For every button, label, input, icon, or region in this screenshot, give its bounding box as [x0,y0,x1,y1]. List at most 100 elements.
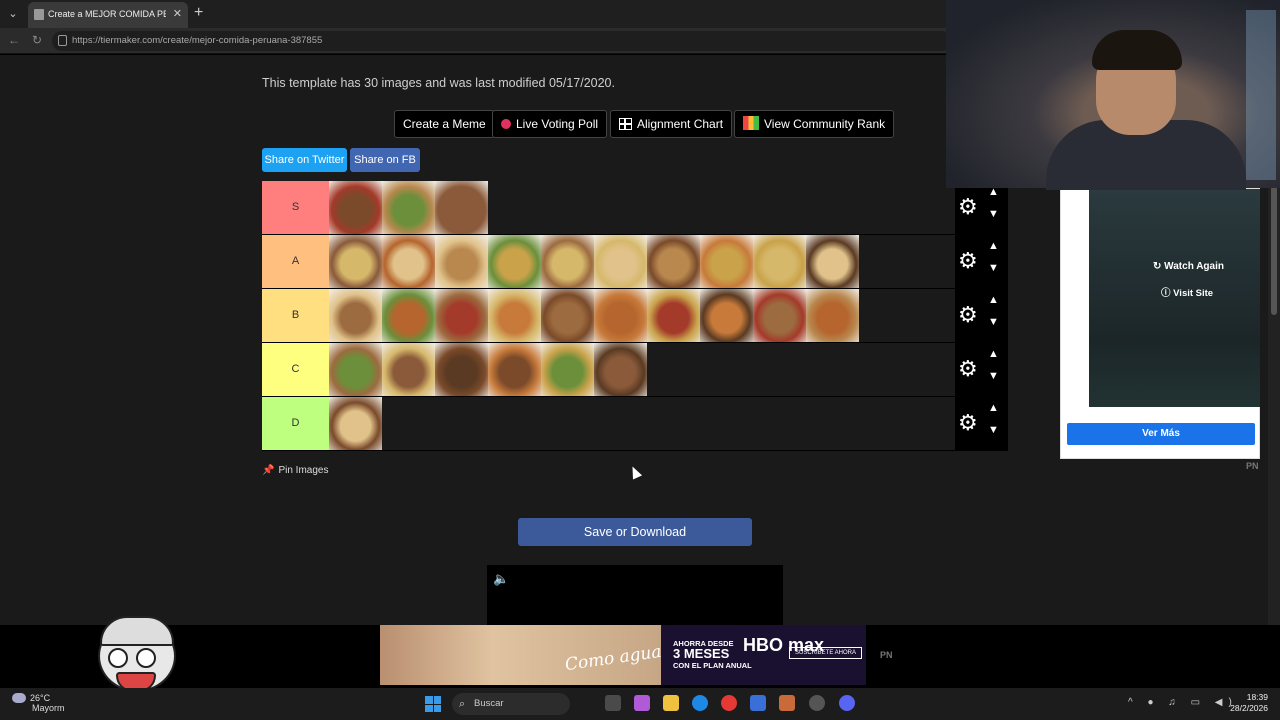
live-voting-poll-button[interactable]: Live Voting Poll [492,110,608,138]
share-fb-button[interactable]: Share on FB [350,148,420,172]
food-image[interactable] [806,289,859,342]
chevron-up-icon[interactable]: ▲ [988,348,999,360]
store-icon[interactable] [750,695,766,711]
food-image[interactable] [382,289,435,342]
url-field[interactable]: https://tiermaker.com/create/mejor-comid… [52,31,952,51]
chevron-down-icon[interactable]: ▼ [988,208,999,220]
food-image[interactable] [594,289,647,342]
food-image[interactable] [329,235,382,288]
scrollbar-thumb[interactable] [1271,175,1277,315]
side-video-ad[interactable]: ↻ Watch Again ⓘ Visit Site Ver Más [1060,188,1260,459]
food-image[interactable] [435,289,488,342]
copilot-icon[interactable] [634,695,650,711]
ver-mas-button[interactable]: Ver Más [1067,423,1255,445]
gear-icon[interactable]: ⚙ [958,250,980,272]
new-tab-icon[interactable]: + [194,5,203,21]
visit-site-button[interactable]: ⓘ Visit Site [1161,285,1213,299]
gear-icon[interactable]: ⚙ [958,196,980,218]
close-tab-icon[interactable]: ✕ [173,7,182,20]
pin-images-toggle[interactable]: 📌 Pin Images [262,465,328,476]
food-image[interactable] [435,235,488,288]
ad-badge: PN [1246,461,1259,471]
tier-items [329,289,859,342]
chevron-up-icon[interactable]: ▲ [988,294,999,306]
ad-offer-line2: 3 MESES [673,646,730,661]
visit-site-label: Visit Site [1173,288,1214,299]
active-tab[interactable]: Create a MEJOR COMIDA PERUANA ✕ [28,2,188,28]
food-image[interactable] [541,235,594,288]
food-image[interactable] [647,289,700,342]
back-icon[interactable]: ← [8,33,20,47]
ad-subscribe-button[interactable]: SUSCRÍBETE AHORA [789,647,863,659]
tab-search-chevron-icon[interactable]: ⌄ [4,5,22,23]
clock[interactable]: 18:39 28/2/2026 [1228,692,1268,714]
food-image[interactable] [329,289,382,342]
alignment-chart-button[interactable]: Alignment Chart [610,110,733,138]
food-image[interactable] [594,343,647,396]
tier-label[interactable]: D [262,397,329,450]
video-ad-player[interactable]: 🔈 [487,565,783,625]
system-tray[interactable]: ^ ● ♫ ▭ ◀) [1128,697,1238,708]
food-image[interactable] [382,181,435,234]
save-download-button[interactable]: Save or Download [518,518,752,546]
chrome-icon[interactable] [721,695,737,711]
tier-row: D ⚙ ▲ ▼ [262,397,1008,451]
reload-icon[interactable]: ↻ [32,33,42,47]
food-image[interactable] [541,343,594,396]
food-image[interactable] [329,181,382,234]
food-image[interactable] [647,235,700,288]
file-explorer-icon[interactable] [663,695,679,711]
food-image[interactable] [594,235,647,288]
food-image[interactable] [541,289,594,342]
tier-controls: ⚙ ▲ ▼ [955,235,1008,288]
food-image[interactable] [753,235,806,288]
food-image[interactable] [329,397,382,450]
tier-label[interactable]: C [262,343,329,396]
chevron-up-icon[interactable]: ▲ [988,402,999,414]
weather-widget[interactable]: 26°C Mayorm [12,693,65,713]
chevron-up-icon[interactable]: ▲ [988,240,999,252]
gear-icon[interactable]: ⚙ [958,412,980,434]
discord-icon[interactable] [839,695,855,711]
chevron-down-icon[interactable]: ▼ [988,370,999,382]
food-image[interactable] [488,235,541,288]
obs-icon[interactable] [809,695,825,711]
favicon-icon [34,9,44,20]
windows-start-icon[interactable] [425,696,441,712]
tier-label[interactable]: A [262,235,329,288]
food-image[interactable] [435,343,488,396]
create-meme-button[interactable]: Create a Meme [394,110,495,138]
gear-icon[interactable]: ⚙ [958,304,980,326]
chevron-down-icon[interactable]: ▼ [988,262,999,274]
share-twitter-button[interactable]: Share on Twitter [262,148,347,172]
chevron-down-icon[interactable]: ▼ [988,424,999,436]
food-image[interactable] [700,289,753,342]
watch-again-button[interactable]: ↻ Watch Again [1153,261,1224,272]
food-image[interactable] [488,343,541,396]
tier-label[interactable]: B [262,289,329,342]
food-image[interactable] [753,289,806,342]
food-image[interactable] [382,235,435,288]
ad-video-frame[interactable]: ↻ Watch Again ⓘ Visit Site [1089,189,1260,407]
speaker-icon[interactable]: 🔈 [493,571,509,587]
food-image[interactable] [700,235,753,288]
food-image[interactable] [806,235,859,288]
app-icon[interactable] [779,695,795,711]
chevron-down-icon[interactable]: ▼ [988,316,999,328]
gear-icon[interactable]: ⚙ [958,358,980,380]
food-image[interactable] [435,181,488,234]
tier-label[interactable]: S [262,181,329,234]
food-image[interactable] [488,289,541,342]
food-image[interactable] [382,343,435,396]
food-image[interactable] [329,343,382,396]
mascot-eye [136,648,156,668]
site-info-icon[interactable] [58,35,67,46]
weather-temp: 26°C [30,693,51,703]
bottom-banner-ad[interactable]: Como agua para Chocolate AHORRA DESDE 3 … [380,623,866,685]
taskbar-search[interactable]: ⌕ Buscar [452,693,570,715]
community-rank-button[interactable]: View Community Rank [734,110,895,138]
task-view-icon[interactable] [605,695,621,711]
tab-title: Create a MEJOR COMIDA PERUANA [48,9,166,19]
edge-icon[interactable] [692,695,708,711]
mascot-eye [108,648,128,668]
